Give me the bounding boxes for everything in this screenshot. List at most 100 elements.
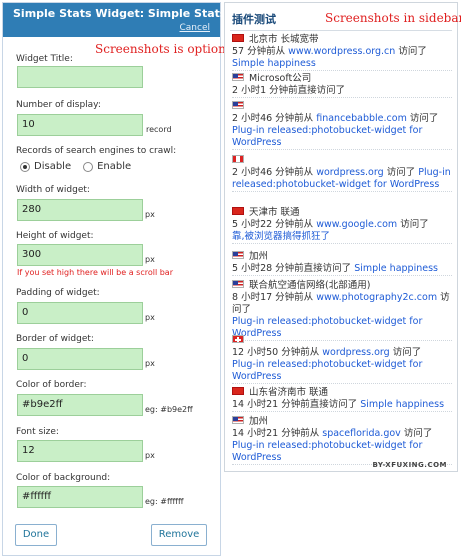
- visit-time: 5 小时22 分钟前从: [232, 219, 314, 230]
- number-display-label: Number of display:: [16, 100, 101, 110]
- referrer-link[interactable]: www.wordpress.org.cn: [288, 46, 395, 57]
- panel-title: Simple Stats Widget: Simple Stats: [13, 7, 227, 20]
- sidebar-widget-preview: 插件测试 Screenshots in sidebar 北京市 长城宽带 57 …: [224, 2, 461, 472]
- visit-time: 14 小时21 分钟前直接访问了: [232, 399, 358, 410]
- record-unit: record: [146, 125, 172, 134]
- page-link[interactable]: 靠,被浏览器搞得抓狂了: [232, 231, 330, 242]
- china-flag-icon: [232, 387, 244, 395]
- visit-entry: 加州 14 小时21 分钟前从 spaceflorida.gov 访问了 Plu…: [232, 416, 452, 465]
- font-size-unit: px: [145, 451, 155, 460]
- font-size-label: Font size:: [16, 427, 59, 437]
- done-button[interactable]: Done: [15, 524, 57, 546]
- visit-action: 访问了: [403, 428, 433, 439]
- padding-unit: px: [145, 313, 155, 322]
- bg-color-label: Color of background:: [16, 473, 111, 483]
- height-input[interactable]: 300: [17, 244, 143, 266]
- visit-action: 访问了: [398, 46, 427, 57]
- referrer-link[interactable]: www.photography2c.com: [316, 292, 437, 303]
- page-link[interactable]: Plug-in released:photobucket-widget for …: [232, 440, 422, 463]
- referrer-link[interactable]: wordpress.org: [316, 167, 383, 178]
- title-divider: [230, 30, 452, 31]
- referrer-link[interactable]: www.google.com: [316, 219, 397, 230]
- visitor-location: 加州: [249, 416, 269, 427]
- bg-color-input[interactable]: #ffffff: [17, 486, 143, 508]
- referrer-link[interactable]: financebabble.com: [316, 113, 407, 124]
- sidebar-title: 插件测试: [232, 13, 276, 26]
- us-flag-icon: [232, 416, 244, 424]
- page-link[interactable]: Plug-in released:photobucket-widget for …: [232, 359, 422, 382]
- visit-entry: 天津市 联通 5 小时22 分钟前从 www.google.com 访问了 靠,…: [232, 207, 452, 244]
- referrer-link[interactable]: spaceflorida.gov: [322, 428, 401, 439]
- credit-text: BY-XFUXING.COM: [372, 461, 447, 469]
- visit-action: 访问了: [400, 219, 429, 230]
- us-flag-icon: [232, 101, 244, 109]
- border-color-input[interactable]: #b9e2ff: [17, 394, 143, 416]
- visit-time: 14 小时21 分钟前从: [232, 428, 320, 439]
- bg-color-example: eg: #ffffff: [145, 497, 184, 506]
- swiss-flag-icon: [232, 335, 244, 343]
- visit-entry: 12 小时50 分钟前从 wordpress.org 访问了 Plug-in r…: [232, 335, 452, 384]
- widget-options-panel: Simple Stats Widget: Simple Stats Cancel…: [2, 2, 226, 556]
- visit-entry: 北京市 长城宽带 57 分钟前从 www.wordpress.org.cn 访问…: [232, 34, 452, 71]
- panel-header: Simple Stats Widget: Simple Stats Cancel: [3, 3, 226, 37]
- height-unit: px: [145, 255, 155, 264]
- disable-radio[interactable]: [20, 161, 30, 172]
- border-color-example: eg: #b9e2ff: [145, 405, 193, 414]
- china-flag-icon: [232, 207, 244, 215]
- visitor-location: 加州: [249, 251, 269, 262]
- visit-time: 8 小时17 分钟前从: [232, 292, 314, 303]
- visitor-location: 天津市 联通: [249, 207, 300, 218]
- visit-time: 2 小时1 分钟前直接访问了: [232, 85, 346, 96]
- padding-input[interactable]: 0: [17, 302, 143, 324]
- page-link[interactable]: Simple happiness: [360, 399, 444, 410]
- crawl-label: Records of search engines to crawl:: [16, 146, 177, 156]
- padding-label: Padding of widget:: [16, 288, 100, 298]
- height-label: Height of widget:: [16, 231, 94, 241]
- width-input[interactable]: 280: [17, 199, 143, 221]
- width-label: Width of widget:: [16, 185, 90, 195]
- width-unit: px: [145, 210, 155, 219]
- visit-time: 2 小时46 分钟前从: [232, 113, 314, 124]
- page-link[interactable]: Simple happiness: [232, 58, 316, 69]
- visit-time: 57 分钟前从: [232, 46, 286, 57]
- number-display-input[interactable]: 10: [17, 114, 143, 136]
- visitor-location: 山东省济南市 联通: [249, 387, 329, 398]
- visit-time: 5 小时28 分钟前直接访问了: [232, 263, 352, 274]
- crawl-radio-group: Disable Enable: [20, 161, 131, 172]
- us-flag-icon: [232, 251, 244, 259]
- referrer-link[interactable]: wordpress.org: [322, 347, 389, 358]
- enable-radio[interactable]: [83, 161, 94, 172]
- canada-flag-icon: [232, 155, 244, 163]
- us-flag-icon: [232, 73, 244, 81]
- font-size-input[interactable]: 12: [17, 440, 143, 462]
- remove-button[interactable]: Remove: [151, 524, 207, 546]
- annotation-sidebar: Screenshots in sidebar: [325, 11, 461, 25]
- page-link[interactable]: Plug-in released:photobucket-widget for …: [232, 125, 422, 148]
- border-color-label: Color of border:: [16, 380, 87, 390]
- visit-action: 访问了: [409, 113, 439, 124]
- visit-entry: 加州 5 小时28 分钟前直接访问了 Simple happiness: [232, 251, 452, 276]
- visit-entry: 山东省济南市 联通 14 小时21 分钟前直接访问了 Simple happin…: [232, 387, 452, 412]
- widget-title-label: Widget Title:: [16, 54, 73, 64]
- visit-entry: 联合航空通信网络(北部通用) 8 小时17 分钟前从 www.photograp…: [232, 280, 452, 341]
- visit-action: 访问了: [392, 347, 422, 358]
- border-unit: px: [145, 359, 155, 368]
- visit-action: 访问了: [386, 167, 416, 178]
- enable-label: Enable: [97, 161, 132, 172]
- visit-time: 2 小时46 分钟前从: [232, 167, 314, 178]
- widget-title-input[interactable]: [17, 66, 143, 88]
- visit-entry: 2 小时46 分钟前从 wordpress.org 访问了 Plug-in re…: [232, 155, 452, 192]
- visit-entry: 2 小时46 分钟前从 financebabble.com 访问了 Plug-i…: [232, 101, 452, 150]
- visitor-location: 联合航空通信网络(北部通用): [249, 280, 371, 291]
- border-label: Border of widget:: [16, 334, 94, 344]
- visitor-location: Microsoft公司: [249, 73, 312, 84]
- visitor-location: 北京市 长城宽带: [249, 34, 319, 45]
- border-input[interactable]: 0: [17, 348, 143, 370]
- us-flag-icon: [232, 280, 244, 288]
- china-flag-icon: [232, 34, 244, 42]
- visit-time: 12 小时50 分钟前从: [232, 347, 320, 358]
- visit-entry: Microsoft公司 2 小时1 分钟前直接访问了: [232, 73, 452, 98]
- cancel-link[interactable]: Cancel: [180, 23, 211, 33]
- disable-label: Disable: [34, 161, 72, 172]
- page-link[interactable]: Simple happiness: [354, 263, 438, 274]
